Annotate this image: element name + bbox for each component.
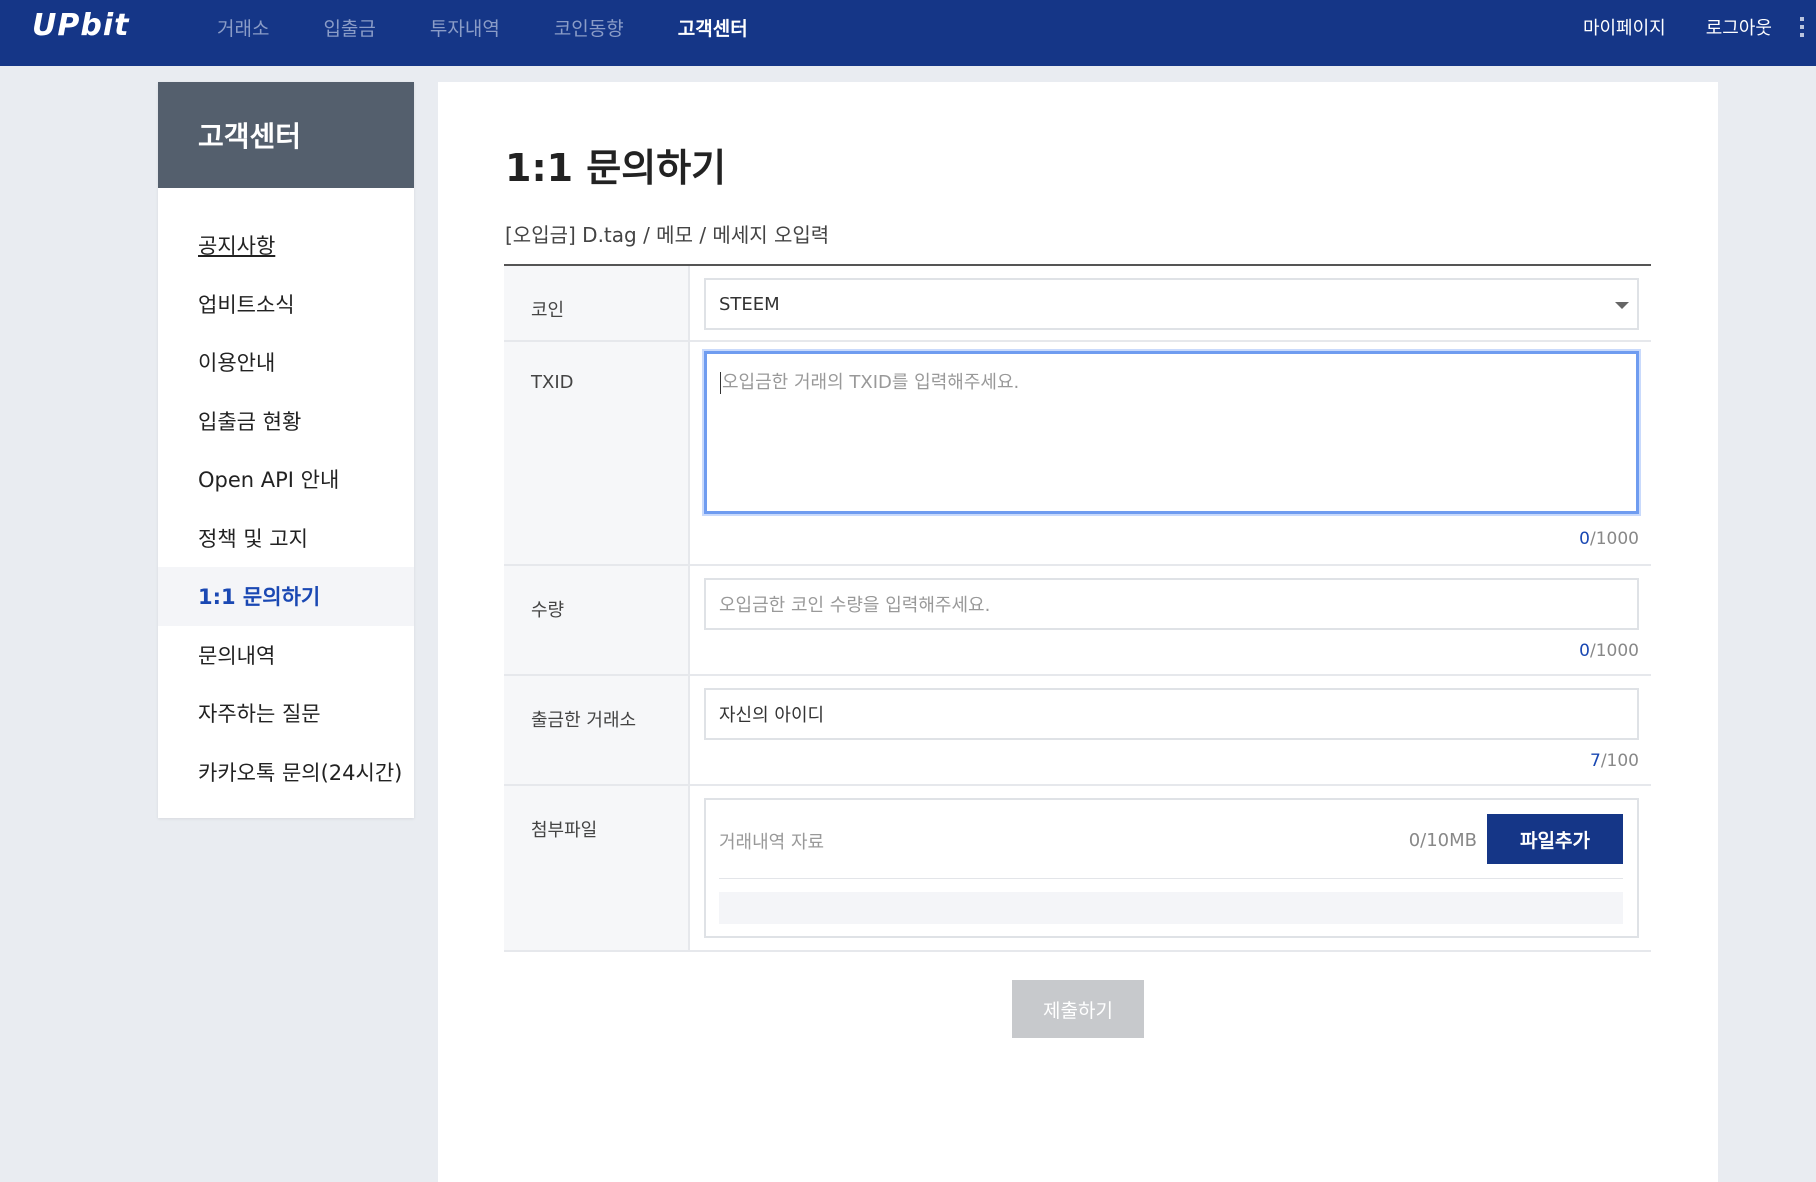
mypage-link[interactable]: 마이페이지 bbox=[1583, 14, 1666, 40]
sidebar-item-open-api[interactable]: Open API 안내 bbox=[158, 450, 414, 509]
user-menu: 마이페이지 로그아웃 bbox=[1543, 0, 1816, 54]
sidebar-item-label: 입출금 현황 bbox=[198, 409, 302, 434]
sidebar-item-label: 이용안내 bbox=[198, 351, 276, 376]
customer-center-sidebar: 고객센터 공지사항 업비트소식 이용안내 입출금 현황 Open API 안내 … bbox=[158, 82, 414, 818]
sidebar-item-inquiry[interactable]: 1:1 문의하기 bbox=[158, 567, 414, 626]
submit-button[interactable]: 제출하기 bbox=[1012, 980, 1144, 1038]
exchange-counter: 7/100 bbox=[704, 740, 1639, 782]
coin-row: 코인 STEEM bbox=[504, 266, 1651, 342]
txid-placeholder: 오입금한 거래의 TXID를 입력해주세요. bbox=[722, 372, 1020, 393]
main-panel: 1:1 문의하기 [오입금] D.tag / 메모 / 메세지 오입력 코인 S… bbox=[438, 82, 1718, 1182]
top-navigation-bar: UPbit 거래소 입출금 투자내역 코인동향 고객센터 마이페이지 로그아웃 bbox=[0, 0, 1816, 66]
exchange-field-wrap: 자신의 아이디 7/100 bbox=[690, 676, 1651, 784]
sidebar-item-notices[interactable]: 공지사항 bbox=[158, 216, 414, 275]
sidebar-item-policy[interactable]: 정책 및 고지 bbox=[158, 509, 414, 568]
upbit-logo[interactable]: UPbit bbox=[32, 8, 129, 43]
txid-max: /1000 bbox=[1590, 529, 1639, 549]
inquiry-form: 코인 STEEM TXID 오입금한 거래의 TXID를 입력해주세요. 0/1… bbox=[504, 264, 1651, 952]
sidebar-item-label: 자주하는 질문 bbox=[198, 702, 321, 727]
exchange-max: /100 bbox=[1600, 751, 1639, 771]
sidebar-title: 고객센터 bbox=[158, 82, 414, 188]
sidebar-item-upbit-news[interactable]: 업비트소식 bbox=[158, 275, 414, 334]
attachment-box: 거래내역 자료 0/10MB 파일추가 bbox=[704, 798, 1639, 938]
sidebar-item-label: 1:1 문의하기 bbox=[198, 585, 321, 610]
txid-row: TXID 오입금한 거래의 TXID를 입력해주세요. 0/1000 bbox=[504, 342, 1651, 566]
txid-counter: 0/1000 bbox=[704, 514, 1639, 560]
attachment-list bbox=[719, 892, 1623, 924]
attachment-size: 0/10MB bbox=[1408, 830, 1477, 851]
nav-exchange[interactable]: 거래소 bbox=[217, 14, 269, 41]
chevron-down-icon bbox=[1615, 302, 1629, 309]
page-title: 1:1 문의하기 bbox=[505, 146, 727, 190]
exchange-row: 출금한 거래소 자신의 아이디 7/100 bbox=[504, 676, 1651, 786]
nav-deposit-withdraw[interactable]: 입출금 bbox=[323, 14, 375, 41]
sidebar-item-label: 업비트소식 bbox=[198, 292, 295, 317]
exchange-label: 출금한 거래소 bbox=[504, 676, 690, 784]
nav-coin-trends[interactable]: 코인동향 bbox=[554, 14, 624, 41]
sidebar-item-label: Open API 안내 bbox=[198, 468, 340, 493]
sidebar-item-label: 공지사항 bbox=[198, 234, 276, 259]
logout-link[interactable]: 로그아웃 bbox=[1706, 14, 1772, 40]
amount-label: 수량 bbox=[504, 566, 690, 674]
sidebar-item-label: 정책 및 고지 bbox=[198, 526, 308, 551]
text-cursor bbox=[720, 372, 721, 394]
amount-row: 수량 오입금한 코인 수량을 입력해주세요. 0/1000 bbox=[504, 566, 1651, 676]
txid-label: TXID bbox=[504, 342, 690, 564]
amount-counter: 0/1000 bbox=[704, 630, 1639, 672]
coin-field-wrap: STEEM bbox=[690, 266, 1651, 340]
coin-select[interactable]: STEEM bbox=[704, 278, 1639, 330]
attachment-placeholder: 거래내역 자료 bbox=[719, 832, 825, 853]
exchange-count: 7 bbox=[1589, 751, 1601, 771]
attachment-label: 첨부파일 bbox=[504, 786, 690, 950]
divider bbox=[719, 878, 1623, 879]
amount-count: 0 bbox=[1579, 641, 1590, 661]
txid-textarea[interactable]: 오입금한 거래의 TXID를 입력해주세요. bbox=[704, 351, 1639, 514]
txid-count: 0 bbox=[1579, 529, 1590, 549]
nav-investments[interactable]: 투자내역 bbox=[430, 14, 500, 41]
coin-label: 코인 bbox=[504, 266, 690, 340]
sidebar-item-faq[interactable]: 자주하는 질문 bbox=[158, 684, 414, 743]
txid-field-wrap: 오입금한 거래의 TXID를 입력해주세요. 0/1000 bbox=[690, 342, 1651, 564]
sidebar-item-label: 문의내역 bbox=[198, 643, 276, 668]
amount-max: /1000 bbox=[1590, 641, 1639, 661]
coin-selected-value: STEEM bbox=[719, 293, 780, 315]
amount-field-wrap: 오입금한 코인 수량을 입력해주세요. 0/1000 bbox=[690, 566, 1651, 674]
more-menu-icon[interactable] bbox=[1800, 17, 1816, 37]
nav-customer-center[interactable]: 고객센터 bbox=[678, 14, 748, 41]
main-nav: 거래소 입출금 투자내역 코인동향 고객센터 bbox=[190, 0, 775, 54]
sidebar-item-kakaotalk[interactable]: 카카오톡 문의(24시간) bbox=[158, 743, 414, 802]
sidebar-item-inquiry-history[interactable]: 문의내역 bbox=[158, 626, 414, 685]
attachment-row: 첨부파일 거래내역 자료 0/10MB 파일추가 bbox=[504, 786, 1651, 952]
sidebar-list: 공지사항 업비트소식 이용안내 입출금 현황 Open API 안내 정책 및 … bbox=[158, 188, 414, 801]
attachment-field-wrap: 거래내역 자료 0/10MB 파일추가 bbox=[690, 786, 1651, 950]
sidebar-item-usage-guide[interactable]: 이용안내 bbox=[158, 333, 414, 392]
amount-input[interactable]: 오입금한 코인 수량을 입력해주세요. bbox=[704, 578, 1639, 630]
sidebar-item-deposit-status[interactable]: 입출금 현황 bbox=[158, 392, 414, 451]
exchange-input[interactable]: 자신의 아이디 bbox=[704, 688, 1639, 740]
add-file-button[interactable]: 파일추가 bbox=[1487, 814, 1623, 864]
inquiry-category: [오입금] D.tag / 메모 / 메세지 오입력 bbox=[505, 223, 830, 247]
sidebar-item-label: 카카오톡 문의(24시간) bbox=[198, 760, 403, 785]
